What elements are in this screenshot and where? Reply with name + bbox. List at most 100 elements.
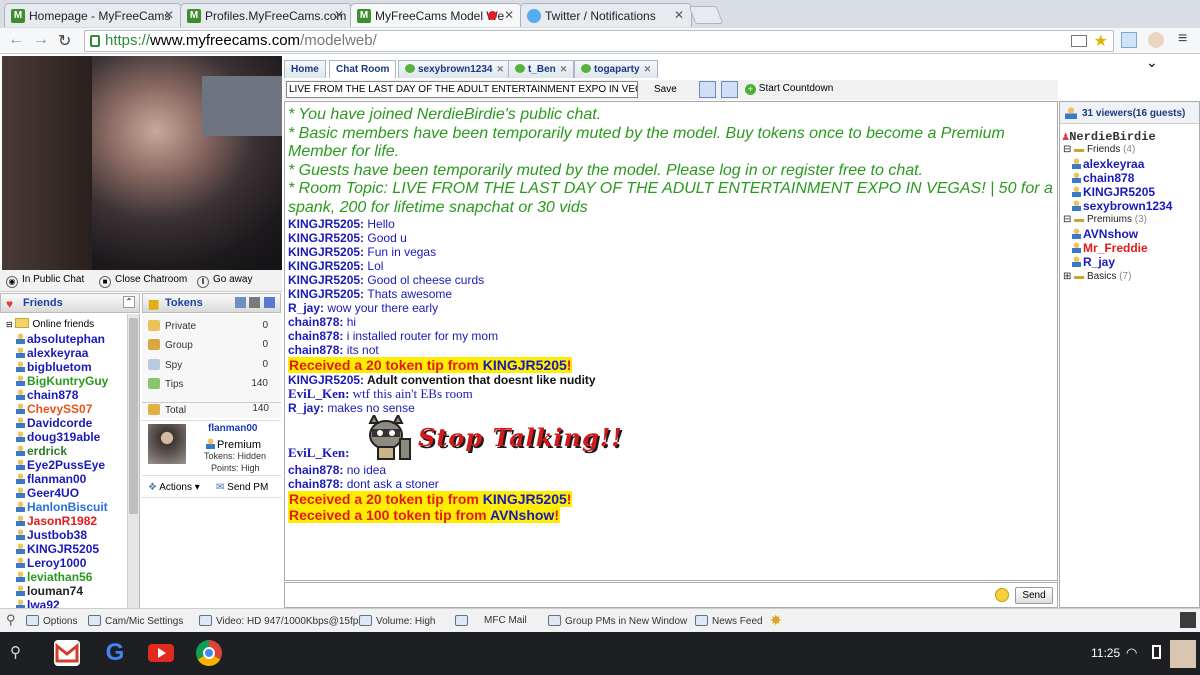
- actions-dropdown[interactable]: ❖ Actions ▾: [148, 482, 200, 493]
- viewer-group-premiums[interactable]: ⊟ ▬ Premiums (3): [1063, 214, 1147, 225]
- friends-scrollbar[interactable]: [127, 314, 139, 608]
- send-pm-button[interactable]: ✉ Send PM: [216, 482, 268, 493]
- search-icon[interactable]: ⚲: [6, 612, 16, 628]
- chat-username[interactable]: chain878: [288, 463, 339, 477]
- friend-list-item[interactable]: Davidcorde: [16, 416, 92, 430]
- viewer-premium-item[interactable]: AVNshow: [1072, 227, 1138, 241]
- options-button[interactable]: Options: [26, 615, 77, 627]
- friend-list-item[interactable]: ChevySS07: [16, 402, 92, 416]
- reload-icon[interactable]: ↻: [58, 31, 71, 51]
- bookmark-star-icon[interactable]: ★: [1094, 31, 1108, 51]
- friend-list-item[interactable]: chain878: [16, 388, 78, 402]
- tip-username[interactable]: AVNshow: [490, 507, 554, 523]
- friend-list-item[interactable]: Geer4UO: [16, 486, 79, 500]
- smiley-icon[interactable]: [995, 588, 1009, 602]
- browser-tab-modelweb[interactable]: M MyFreeCams Model We ✕: [350, 3, 522, 27]
- friend-list-item[interactable]: lwa92: [16, 598, 60, 608]
- browser-tab-homepage[interactable]: M Homepage - MyFreeCams ✕: [4, 3, 182, 27]
- avatar[interactable]: [148, 424, 186, 464]
- friend-list-item[interactable]: JasonR1982: [16, 514, 97, 528]
- friend-list-item[interactable]: louman74: [16, 584, 83, 598]
- forward-arrow-icon[interactable]: →: [33, 31, 49, 49]
- address-bar[interactable]: https://www.myfreecams.com/modelweb/ ★: [84, 30, 1114, 52]
- chat-username[interactable]: chain878: [288, 329, 339, 343]
- chrome-icon[interactable]: [196, 640, 222, 666]
- viewer-friend-item[interactable]: alexkeyraa: [1072, 157, 1144, 171]
- profile-username[interactable]: flanman00: [208, 423, 257, 434]
- chevron-down-icon[interactable]: ⌄: [1146, 54, 1158, 71]
- menu-icon[interactable]: ≡: [1178, 30, 1187, 48]
- chat-username[interactable]: EviL_Ken: [288, 386, 345, 401]
- friend-list-item[interactable]: HanlonBiscuit: [16, 500, 108, 514]
- battery-icon[interactable]: [1152, 645, 1161, 659]
- user-card-icon[interactable]: [264, 297, 275, 308]
- send-button[interactable]: Send: [1015, 587, 1053, 604]
- start-countdown-button[interactable]: + Start Countdown: [745, 83, 833, 95]
- close-chatroom-button[interactable]: ■ Close Chatroom: [99, 274, 187, 288]
- viewer-group-basics[interactable]: ⊞ ▬ Basics (7): [1063, 271, 1131, 282]
- tip-username[interactable]: KINGJR5205: [483, 491, 567, 507]
- camera-icon[interactable]: [1071, 35, 1087, 47]
- viewer-premium-item[interactable]: Mr_Freddie: [1072, 241, 1148, 255]
- chat-username[interactable]: KINGJR5205: [288, 231, 360, 245]
- viewer-group-friends[interactable]: ⊟ ▬ Friends (4): [1063, 144, 1135, 155]
- volume-button[interactable]: Volume: High: [359, 615, 435, 627]
- chat-username[interactable]: chain878: [288, 477, 339, 491]
- video-quality-button[interactable]: Video: HD 947/1000Kbps@15fps: [199, 615, 363, 627]
- chat-username[interactable]: chain878: [288, 343, 339, 357]
- youtube-icon[interactable]: [148, 644, 174, 662]
- close-icon[interactable]: ✕: [644, 64, 652, 74]
- close-tab-icon[interactable]: ✕: [674, 8, 684, 22]
- save-topic-button[interactable]: Save: [654, 84, 677, 95]
- in-public-chat-button[interactable]: ◉ In Public Chat: [6, 274, 84, 288]
- new-tab-button[interactable]: [688, 6, 724, 24]
- tab-chat-room[interactable]: Chat Room: [329, 60, 397, 78]
- system-clock[interactable]: 11:25: [1091, 646, 1120, 660]
- close-tab-icon[interactable]: ✕: [334, 8, 344, 22]
- friend-list-item[interactable]: KINGJR5205: [16, 542, 99, 556]
- viewer-friend-item[interactable]: sexybrown1234: [1072, 199, 1172, 213]
- launcher-search-icon[interactable]: ⚲: [10, 643, 21, 661]
- user-avatar[interactable]: [1170, 640, 1196, 668]
- chat-username[interactable]: KINGJR5205: [288, 287, 360, 301]
- bank-icon[interactable]: [249, 297, 260, 308]
- gmail-icon[interactable]: [54, 640, 80, 666]
- extension-icon[interactable]: [1121, 32, 1137, 48]
- tab-pm-togaparty[interactable]: togaparty ✕: [574, 60, 659, 78]
- chat-username[interactable]: KINGJR5205: [288, 245, 360, 259]
- chat-username[interactable]: chain878: [288, 315, 339, 329]
- tab-pm-t-ben[interactable]: t_Ben ✕: [508, 60, 575, 78]
- online-friends-group[interactable]: ⊟ Online friends: [6, 318, 94, 330]
- viewer-premium-item[interactable]: R_jay: [1072, 255, 1115, 269]
- chat-username[interactable]: KINGJR5205: [288, 373, 360, 387]
- extension-icon[interactable]: [1148, 32, 1164, 48]
- refresh-icon[interactable]: [235, 297, 246, 308]
- friend-list-item[interactable]: Leroy1000: [16, 556, 86, 570]
- friend-list-item[interactable]: flanman00: [16, 472, 86, 486]
- chat-username[interactable]: KINGJR5205: [288, 259, 360, 273]
- google-icon[interactable]: G: [102, 640, 128, 666]
- tokens-panel-header[interactable]: ▦ Tokens: [142, 293, 281, 313]
- friends-panel-header[interactable]: ♥ Friends ⌃: [0, 293, 140, 313]
- news-feed-button[interactable]: News Feed: [695, 615, 763, 627]
- scrollbar-thumb[interactable]: [129, 318, 138, 514]
- room-topic-input[interactable]: LIVE FROM THE LAST DAY OF THE ADULT ENTE…: [286, 81, 638, 98]
- wifi-icon[interactable]: ◠: [1126, 645, 1137, 661]
- cam-mic-settings-button[interactable]: Cam/Mic Settings: [88, 615, 183, 627]
- chat-username[interactable]: KINGJR5205: [288, 217, 360, 231]
- viewer-friend-item[interactable]: chain878: [1072, 171, 1134, 185]
- tab-home[interactable]: Home: [284, 60, 326, 78]
- close-icon[interactable]: ✕: [497, 64, 505, 74]
- friend-list-item[interactable]: absolutephan: [16, 332, 105, 346]
- chat-username[interactable]: KINGJR5205: [288, 273, 360, 287]
- mail-icon[interactable]: [455, 615, 472, 627]
- friend-list-item[interactable]: Justbob38: [16, 528, 87, 542]
- chat-username[interactable]: EviL_Ken:: [288, 445, 349, 461]
- friend-list-item[interactable]: alexkeyraa: [16, 346, 88, 360]
- friend-list-item[interactable]: doug319able: [16, 430, 100, 444]
- model-name[interactable]: ♟NerdieBirdie: [1062, 129, 1156, 144]
- friend-list-item[interactable]: BigKuntryGuy: [16, 374, 108, 388]
- close-icon[interactable]: ✕: [560, 64, 568, 74]
- viewer-friend-item[interactable]: KINGJR5205: [1072, 185, 1155, 199]
- collapse-icon[interactable]: ⌃: [123, 296, 135, 308]
